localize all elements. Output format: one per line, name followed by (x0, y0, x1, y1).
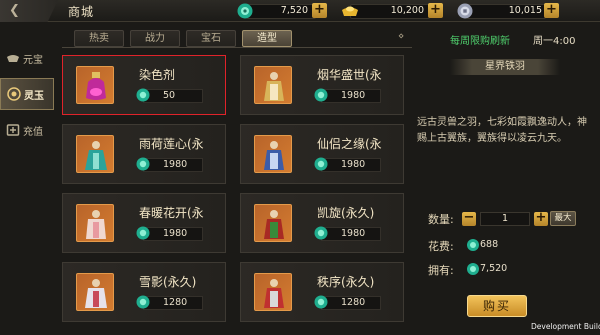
sidebar-item-spirit-jade[interactable]: 灵玉 (0, 78, 54, 110)
item-thumbnail (76, 204, 114, 242)
item-card[interactable]: 凯旋(永久) 1980 (240, 193, 404, 253)
quantity-label: 数量: (428, 213, 454, 226)
item-card[interactable]: 雨荷莲心(永 1980 (62, 124, 226, 184)
item-name: 仙侣之缘(永 (317, 137, 382, 151)
item-thumbnail (254, 204, 292, 242)
item-thumbnail (254, 135, 292, 173)
tab-hot[interactable]: 热卖 (74, 30, 124, 47)
jade-coin-icon (237, 3, 253, 19)
scroll-tabs-icon[interactable]: ⋄ (398, 31, 404, 42)
add-silver-button[interactable]: + (544, 3, 559, 18)
item-name: 秩序(永久) (317, 275, 375, 289)
gold-value: 10,200 (390, 5, 424, 16)
item-card[interactable]: 染色剂 50 (62, 55, 226, 115)
item-card[interactable]: 雪影(永久) 1280 (62, 262, 226, 322)
jade-value: 7,520 (280, 5, 308, 16)
gold-currency: 10,200 + (340, 1, 444, 21)
item-thumbnail (76, 273, 114, 311)
quantity-input[interactable]: 1 (480, 212, 530, 226)
item-card[interactable]: 春暖花开(永 1980 (62, 193, 226, 253)
tab-appearance[interactable]: 造型 (242, 30, 292, 47)
sidebar-item-label: 充值 (23, 126, 43, 138)
refresh-time: 周一4:00 (533, 36, 576, 47)
jade-currency: 7,520 + (236, 1, 328, 21)
max-quantity-button[interactable]: 最大 (550, 211, 576, 226)
add-jade-button[interactable]: + (312, 3, 327, 18)
costume-figure-icon (264, 72, 284, 101)
item-card[interactable]: 秩序(永久) 1280 (240, 262, 404, 322)
add-gold-button[interactable]: + (428, 3, 443, 18)
sidebar-item-label: 灵玉 (24, 90, 44, 102)
decrease-quantity-button[interactable]: − (462, 211, 476, 226)
jade-coin-icon (314, 295, 328, 309)
jade-coin-icon (314, 157, 328, 171)
item-price: 1980 (341, 90, 366, 101)
silver-value: 10,015 (508, 5, 542, 16)
silver-coin-icon (457, 3, 473, 19)
item-grid: 染色剂 50 烟华盛世(永 1980 雨荷莲心(永 1980 仙侣之缘(永 19… (62, 55, 404, 335)
jade-coin-icon (467, 239, 479, 251)
item-price: 1980 (341, 159, 366, 170)
item-detail-panel: 星界铁羽 远古灵兽之羽，七彩如霞飘逸动人，神赐上古翼族，翼族得以凌云九天。 数量… (410, 55, 600, 335)
costume-figure-icon (264, 210, 284, 239)
back-button[interactable]: ❮ (0, 0, 58, 22)
item-name: 雪影(永久) (139, 275, 197, 289)
jade-coin-icon (467, 263, 479, 275)
sidebar-item-ingot[interactable]: 元宝 (0, 42, 54, 74)
item-name: 烟华盛世(永 (317, 68, 382, 82)
increase-quantity-button[interactable]: + (534, 211, 548, 226)
item-name: 染色剂 (139, 68, 176, 82)
item-price: 1980 (163, 159, 188, 170)
item-thumbnail (76, 135, 114, 173)
costume-figure-icon (264, 141, 284, 170)
item-price: 1980 (341, 228, 366, 239)
dev-build-watermark: Development Build (531, 322, 600, 331)
item-name: 春暖花开(永 (139, 206, 204, 220)
jade-coin-icon (314, 226, 328, 240)
item-price: 1280 (341, 297, 366, 308)
item-thumbnail (254, 66, 292, 104)
jade-coin-icon (136, 295, 150, 309)
recharge-icon (6, 124, 20, 136)
weekly-refresh-label: 每周限购刷新 (450, 36, 510, 47)
item-name: 雨荷莲心(永 (139, 137, 204, 151)
item-price: 50 (163, 90, 176, 101)
top-bar: ❮ 商城 7,520 + 10,200 + 10,015 + (0, 0, 600, 22)
costume-figure-icon (86, 210, 106, 239)
silver-currency: 10,015 + (456, 1, 560, 21)
sidebar: 元宝 灵玉 充值 (0, 28, 54, 335)
jade-coin-icon (136, 88, 150, 102)
costume-figure-icon (85, 141, 107, 170)
costume-figure-icon (85, 279, 107, 308)
ingot-icon (7, 55, 19, 62)
item-thumbnail (254, 273, 292, 311)
spirit-jade-icon (7, 87, 21, 101)
item-price: 1980 (163, 228, 188, 239)
page-title: 商城 (68, 5, 95, 19)
detail-title: 星界铁羽 (450, 59, 560, 75)
owned-value: 7,520 (480, 263, 508, 274)
sidebar-item-label: 元宝 (23, 54, 43, 66)
costume-figure-icon (264, 279, 284, 308)
back-arrow-icon: ❮ (9, 3, 20, 18)
sidebar-item-recharge[interactable]: 充值 (0, 114, 54, 146)
owned-label: 拥有: (428, 264, 454, 277)
tab-gem[interactable]: 宝石 (186, 30, 236, 47)
tab-divider (62, 47, 412, 48)
buy-button[interactable]: 购买 (467, 295, 527, 317)
item-card[interactable]: 烟华盛世(永 1980 (240, 55, 404, 115)
item-thumbnail (76, 66, 114, 104)
jade-coin-icon (136, 226, 150, 240)
detail-description: 远古灵兽之羽，七彩如霞飘逸动人，神赐上古翼族，翼族得以凌云九天。 (417, 117, 587, 144)
cost-label: 花费: (428, 240, 454, 253)
jade-coin-icon (136, 157, 150, 171)
gold-ingot-icon (342, 6, 358, 16)
item-card[interactable]: 仙侣之缘(永 1980 (240, 124, 404, 184)
jade-coin-icon (314, 88, 328, 102)
item-name: 凯旋(永久) (317, 206, 375, 220)
cost-value: 688 (480, 239, 499, 250)
tab-power[interactable]: 战力 (130, 30, 180, 47)
item-price: 1280 (163, 297, 188, 308)
dye-bottle-icon (86, 72, 106, 100)
